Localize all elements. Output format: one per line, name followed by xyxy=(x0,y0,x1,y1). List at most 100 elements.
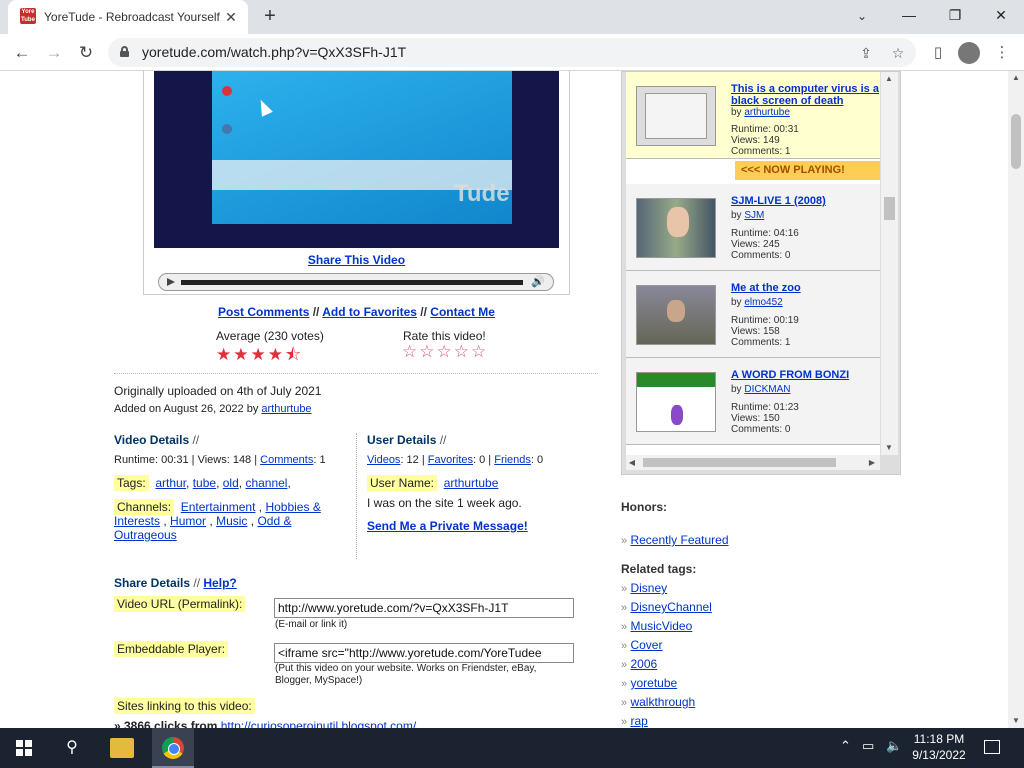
playlist-item[interactable]: Me at the zoo by elmo452 Runtime: 00:19 V… xyxy=(626,271,880,358)
playlist-scroll-thumb[interactable] xyxy=(884,197,895,220)
average-rating-stars: ★★★★⯪ xyxy=(216,342,303,371)
page-scrollbar[interactable]: ▲ ▼ xyxy=(1008,71,1024,728)
scroll-up-icon[interactable]: ▲ xyxy=(1008,71,1024,85)
playlist-horizontal-scrollbar[interactable]: ◀ ▶ xyxy=(626,455,880,470)
address-bar[interactable]: yoretude.com/watch.php?v=QxX3SFh-J1T ⇪ ☆ xyxy=(108,38,916,67)
chevron-up-icon[interactable]: ⌃ xyxy=(840,738,851,754)
scroll-down-icon[interactable]: ▼ xyxy=(881,441,897,455)
related-tag-link[interactable]: Disney xyxy=(630,581,667,595)
menu-icon[interactable]: ⋮ xyxy=(990,41,1014,65)
contact-me-link[interactable]: Contact Me xyxy=(430,305,495,319)
rate-video-stars[interactable]: ☆☆☆☆☆ xyxy=(402,342,488,362)
related-tag-link[interactable]: MusicVideo xyxy=(630,619,692,633)
play-icon[interactable] xyxy=(167,278,175,286)
linking-site-link[interactable]: http://curiosoperoinutil.blogspot.com/ xyxy=(221,719,416,728)
tab-search-icon[interactable]: ⌄ xyxy=(850,4,874,28)
video-frame[interactable]: Tude xyxy=(154,71,559,248)
video-thumbnail[interactable] xyxy=(636,198,716,258)
share-icon[interactable]: ⇪ xyxy=(856,43,876,63)
star-icon[interactable]: ☆ xyxy=(888,43,908,63)
separator: // xyxy=(309,305,323,319)
channel-link[interactable]: Humor xyxy=(170,514,206,528)
help-link[interactable]: Help? xyxy=(203,576,236,590)
username-link[interactable]: arthurtube xyxy=(444,476,499,490)
search-icon[interactable]: ⚲ xyxy=(58,736,86,760)
friends-link[interactable]: Friends xyxy=(494,454,531,466)
tag-link[interactable]: channel xyxy=(245,476,287,490)
close-icon[interactable]: ✕ xyxy=(978,0,1024,30)
tag-link[interactable]: tube xyxy=(193,476,216,490)
chrome-taskbar-button[interactable] xyxy=(152,728,194,768)
related-tag-link[interactable]: 2006 xyxy=(630,657,657,671)
uploader-link[interactable]: SJM xyxy=(744,210,764,221)
reload-icon[interactable]: ↻ xyxy=(72,39,100,67)
seek-bar[interactable] xyxy=(181,280,523,285)
video-player: Tude Share This Video 🔊 xyxy=(143,71,570,295)
videos-link[interactable]: Videos xyxy=(367,454,400,466)
playlist-stats: Runtime: 04:16 Views: 245 Comments: 0 xyxy=(731,228,799,261)
back-icon[interactable]: ← xyxy=(8,39,36,67)
minimize-icon[interactable]: — xyxy=(886,0,932,30)
clock-time[interactable]: 11:18 PM xyxy=(900,732,978,746)
column-divider xyxy=(356,433,357,559)
maximize-icon[interactable]: ❐ xyxy=(932,0,978,30)
add-to-favorites-link[interactable]: Add to Favorites xyxy=(322,305,417,319)
related-tag-link[interactable]: yoretube xyxy=(630,676,677,690)
lock-icon[interactable] xyxy=(120,46,129,57)
runtime: Runtime: 00:31 xyxy=(731,124,799,135)
related-tag-link[interactable]: rap xyxy=(630,714,647,728)
page-scroll-thumb[interactable] xyxy=(1011,114,1021,169)
tag-link[interactable]: old xyxy=(223,476,239,490)
tab-close-icon[interactable]: ✕ xyxy=(222,8,240,26)
bullet-icon: » xyxy=(621,678,628,690)
video-stats: Runtime: 00:31 | Views: 148 | Comments: … xyxy=(114,454,326,466)
comments-link[interactable]: Comments xyxy=(260,454,313,466)
sidebar-icon[interactable]: ▯ xyxy=(926,41,950,65)
playlist-item[interactable]: This is a computer virus is a black scre… xyxy=(626,72,880,159)
scroll-down-icon[interactable]: ▼ xyxy=(1008,714,1024,728)
profile-icon[interactable] xyxy=(958,42,980,64)
clock-date[interactable]: 9/13/2022 xyxy=(900,748,978,762)
playlist-item[interactable]: A WORD FROM BONZI by DICKMAN Runtime: 01… xyxy=(626,358,880,445)
embed-code-field[interactable]: <iframe src="http://www.yoretude.com/Yor… xyxy=(274,643,574,663)
forward-icon[interactable]: → xyxy=(40,39,68,67)
related-tag-link[interactable]: Cover xyxy=(630,638,662,652)
favorites-link[interactable]: Favorites xyxy=(428,454,473,466)
uploader-link[interactable]: DICKMAN xyxy=(744,384,790,395)
playlist-hscroll-thumb[interactable] xyxy=(643,458,836,467)
channel-link[interactable]: Music xyxy=(216,514,247,528)
new-tab-icon[interactable]: + xyxy=(258,5,282,29)
playlist-list[interactable]: This is a computer virus is a black scre… xyxy=(626,72,880,455)
video-thumbnail[interactable] xyxy=(636,372,716,432)
video-url-field[interactable]: http://www.yoretude.com/?v=QxX3SFh-J1T xyxy=(274,598,574,618)
private-message-link[interactable]: Send Me a Private Message! xyxy=(367,519,528,533)
related-tag-link[interactable]: DisneyChannel xyxy=(630,600,711,614)
uploader-link[interactable]: arthurtube xyxy=(744,107,790,118)
volume-icon[interactable]: 🔊 xyxy=(531,275,545,288)
browser-tab[interactable]: Yore Tube YoreTude - Rebroadcast Yoursel… xyxy=(8,0,248,34)
playlist-title-link[interactable]: SJM-LIVE 1 (2008) xyxy=(731,195,880,207)
recently-featured-link[interactable]: Recently Featured xyxy=(630,533,728,547)
scroll-up-icon[interactable]: ▲ xyxy=(881,72,897,86)
channel-link[interactable]: Entertainment xyxy=(181,500,256,514)
url-text[interactable]: yoretude.com/watch.php?v=QxX3SFh-J1T xyxy=(142,44,406,60)
video-thumbnail[interactable] xyxy=(636,285,716,345)
uploader-link[interactable]: elmo452 xyxy=(744,297,782,308)
share-video-link[interactable]: Share This Video xyxy=(308,253,405,267)
playlist-title-link[interactable]: This is a computer virus is a black scre… xyxy=(731,83,880,107)
video-thumbnail[interactable] xyxy=(636,86,716,146)
notification-icon[interactable] xyxy=(984,740,1000,754)
windows-start-icon[interactable] xyxy=(16,740,32,756)
playlist-scrollbar[interactable]: ▲ ▼ xyxy=(881,72,898,455)
uploader-link[interactable]: arthurtube xyxy=(261,403,311,415)
network-icon[interactable]: ▭ xyxy=(862,738,874,754)
scroll-left-icon[interactable]: ◀ xyxy=(626,456,638,470)
file-explorer-icon[interactable] xyxy=(110,738,134,758)
scroll-right-icon[interactable]: ▶ xyxy=(866,456,878,470)
post-comments-link[interactable]: Post Comments xyxy=(218,305,309,319)
playlist-item[interactable]: SJM-LIVE 1 (2008) by SJM Runtime: 04:16 V… xyxy=(626,184,880,271)
playlist-title-link[interactable]: A WORD FROM BONZI xyxy=(731,369,880,381)
related-tag-link[interactable]: walkthrough xyxy=(630,695,695,709)
playlist-title-link[interactable]: Me at the zoo xyxy=(731,282,880,294)
tag-link[interactable]: arthur xyxy=(155,476,186,490)
